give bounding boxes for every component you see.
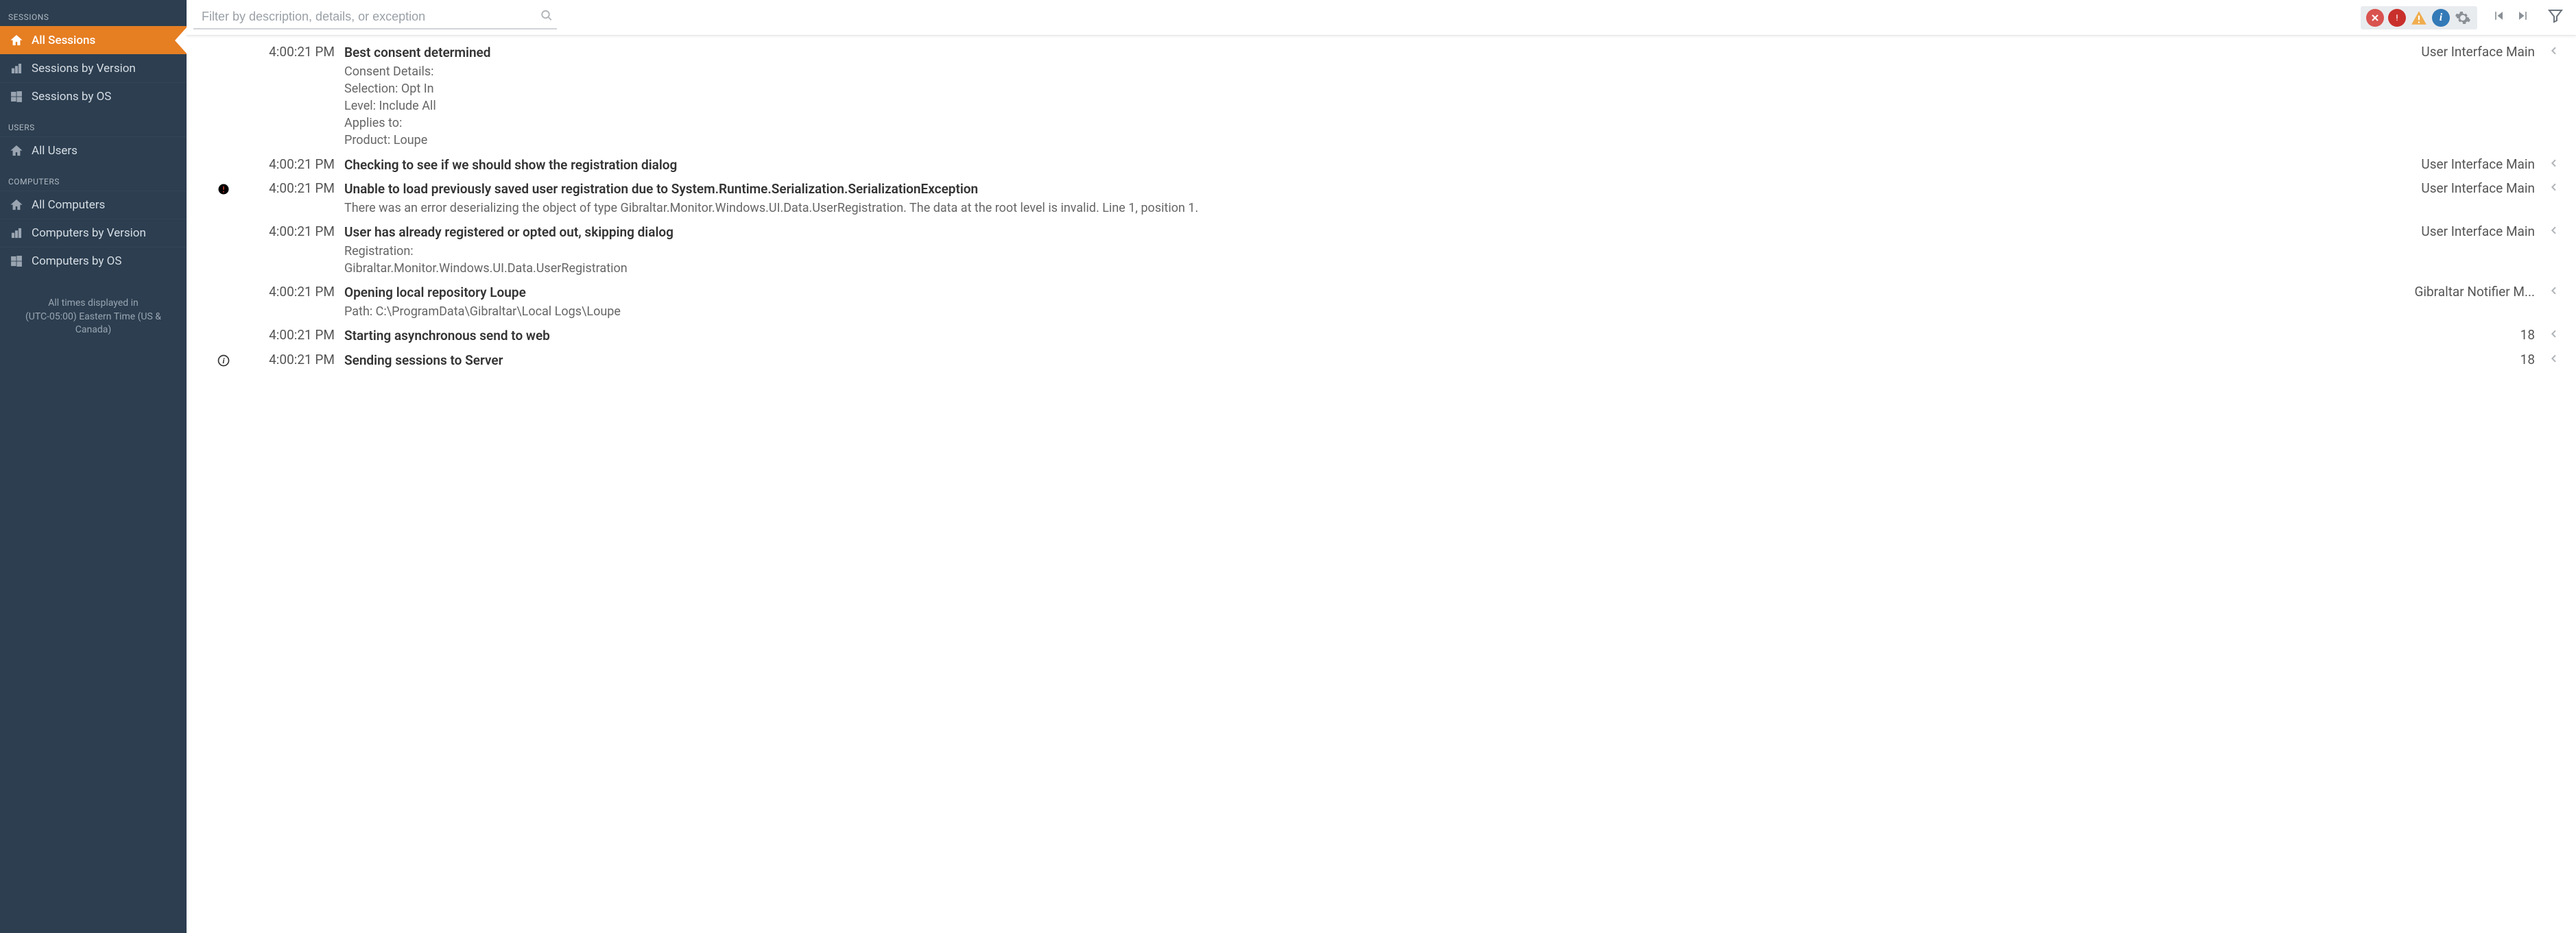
sidebar-item-label: Sessions by OS bbox=[32, 90, 111, 104]
log-details: Registration: Gibraltar.Monitor.Windows.… bbox=[344, 243, 2392, 277]
severity-none bbox=[203, 223, 244, 226]
sidebar-item-all-users[interactable]: All Users bbox=[0, 136, 187, 165]
log-caption: Opening local repository Loupe bbox=[344, 284, 2392, 302]
windows-icon bbox=[10, 254, 23, 268]
expand-chevron-icon[interactable] bbox=[2540, 156, 2568, 169]
sidebar-item-label: Computers by Version bbox=[32, 226, 146, 240]
sidebar-item-label: Computers by OS bbox=[32, 254, 121, 268]
log-timestamp: 4:00:21 PM bbox=[250, 352, 339, 367]
log-body: Unable to load previously saved user reg… bbox=[344, 180, 2392, 217]
sidebar-timezone-note: All times displayed in(UTC-05:00) Easter… bbox=[0, 289, 187, 346]
log-row[interactable]: 4:00:21 PM Opening local repository Loupe… bbox=[187, 281, 2576, 323]
page-nav bbox=[2485, 8, 2536, 27]
log-timestamp: 4:00:21 PM bbox=[250, 180, 339, 196]
log-thread: User Interface Main bbox=[2398, 180, 2535, 196]
log-row[interactable]: 4:00:21 PM Unable to load previously save… bbox=[187, 178, 2576, 219]
log-caption: User has already registered or opted out… bbox=[344, 223, 2392, 241]
sidebar-item-computers-by-os[interactable]: Computers by OS bbox=[0, 247, 187, 275]
log-thread: Gibraltar Notifier M... bbox=[2398, 284, 2535, 300]
home-icon bbox=[10, 34, 23, 47]
log-row[interactable]: i 4:00:21 PM Sending sessions to Server 18 bbox=[187, 349, 2576, 372]
log-row[interactable]: 4:00:21 PM User has already registered or… bbox=[187, 221, 2576, 280]
sidebar-item-sessions-by-version[interactable]: Sessions by Version bbox=[0, 54, 187, 82]
filter-info-icon[interactable]: i bbox=[2432, 9, 2450, 27]
log-body: Best consent determinedConsent Details: … bbox=[344, 44, 2392, 149]
expand-chevron-icon[interactable] bbox=[2540, 352, 2568, 364]
bar-chart-icon bbox=[10, 226, 23, 240]
log-thread: User Interface Main bbox=[2398, 44, 2535, 60]
log-timestamp: 4:00:21 PM bbox=[250, 327, 339, 343]
svg-text:i: i bbox=[222, 356, 225, 365]
expand-chevron-icon[interactable] bbox=[2540, 180, 2568, 193]
expand-chevron-icon[interactable] bbox=[2540, 44, 2568, 56]
sidebar-item-all-sessions[interactable]: All Sessions bbox=[0, 26, 187, 54]
log-row[interactable]: 4:00:21 PM Best consent determinedConsent… bbox=[187, 41, 2576, 152]
log-body: Checking to see if we should show the re… bbox=[344, 156, 2392, 174]
search-wrap bbox=[193, 5, 557, 29]
severity-none bbox=[203, 284, 244, 286]
sidebar-section-header: USERS bbox=[0, 110, 187, 136]
toolbar: i bbox=[187, 0, 2576, 36]
windows-icon bbox=[10, 90, 23, 104]
bar-chart-icon bbox=[10, 62, 23, 75]
severity-none bbox=[203, 44, 244, 46]
log-thread: 18 bbox=[2398, 352, 2535, 367]
log-timestamp: 4:00:21 PM bbox=[250, 156, 339, 172]
log-thread: User Interface Main bbox=[2398, 223, 2535, 239]
search-icon[interactable] bbox=[540, 9, 553, 25]
filter-settings-icon[interactable] bbox=[2454, 9, 2472, 27]
sidebar-item-label: All Users bbox=[32, 144, 77, 158]
log-caption: Starting asynchronous send to web bbox=[344, 327, 2392, 345]
severity-info-icon: i bbox=[203, 352, 244, 367]
log-details: Path: C:\ProgramData\Gibraltar\Local Log… bbox=[344, 303, 2392, 320]
expand-chevron-icon[interactable] bbox=[2540, 223, 2568, 236]
filter-critical-icon[interactable] bbox=[2366, 9, 2384, 27]
log-row[interactable]: 4:00:21 PM Checking to see if we should s… bbox=[187, 154, 2576, 177]
sidebar-section-header: COMPUTERS bbox=[0, 165, 187, 191]
log-caption: Best consent determined bbox=[344, 44, 2392, 62]
home-icon bbox=[10, 198, 23, 212]
filter-error-icon[interactable] bbox=[2388, 9, 2406, 27]
log-thread: 18 bbox=[2398, 327, 2535, 343]
home-icon bbox=[10, 144, 23, 158]
log-timestamp: 4:00:21 PM bbox=[250, 223, 339, 239]
log-row[interactable]: 4:00:21 PM Starting asynchronous send to … bbox=[187, 324, 2576, 348]
log-body: Sending sessions to Server bbox=[344, 352, 2392, 369]
filter-warning-icon[interactable] bbox=[2410, 9, 2428, 27]
log-body: Starting asynchronous send to web bbox=[344, 327, 2392, 345]
log-timestamp: 4:00:21 PM bbox=[250, 44, 339, 60]
severity-filter-group: i bbox=[2361, 6, 2477, 29]
log-thread: User Interface Main bbox=[2398, 156, 2535, 172]
log-body: Opening local repository LoupePath: C:\P… bbox=[344, 284, 2392, 320]
sidebar: SESSIONS All Sessions Sessions by Version S… bbox=[0, 0, 187, 933]
last-page-icon[interactable] bbox=[2513, 8, 2532, 27]
sidebar-item-sessions-by-os[interactable]: Sessions by OS bbox=[0, 82, 187, 110]
main-panel: i 4:00:21 PMBest consent determi bbox=[187, 0, 2576, 933]
first-page-icon[interactable] bbox=[2490, 8, 2509, 27]
log-caption: Checking to see if we should show the re… bbox=[344, 156, 2392, 174]
log-timestamp: 4:00:21 PM bbox=[250, 284, 339, 300]
log-caption: Sending sessions to Server bbox=[344, 352, 2392, 369]
sidebar-item-label: All Sessions bbox=[32, 34, 95, 47]
sidebar-section-header: SESSIONS bbox=[0, 0, 187, 26]
log-details: Consent Details: Selection: Opt In Level… bbox=[344, 63, 2392, 149]
log-list[interactable]: 4:00:21 PM Best consent determinedConsent… bbox=[187, 36, 2576, 933]
sidebar-item-all-computers[interactable]: All Computers bbox=[0, 191, 187, 219]
sidebar-item-label: Sessions by Version bbox=[32, 62, 136, 75]
log-body: User has already registered or opted out… bbox=[344, 223, 2392, 277]
filter-funnel-icon[interactable] bbox=[2544, 6, 2566, 29]
sidebar-item-computers-by-version[interactable]: Computers by Version bbox=[0, 219, 187, 247]
search-input[interactable] bbox=[193, 5, 557, 28]
expand-chevron-icon[interactable] bbox=[2540, 327, 2568, 339]
sidebar-item-label: All Computers bbox=[32, 198, 105, 212]
severity-none bbox=[203, 327, 244, 329]
severity-none bbox=[203, 156, 244, 158]
log-caption: Unable to load previously saved user reg… bbox=[344, 180, 2392, 198]
severity-warn-icon bbox=[203, 180, 244, 196]
log-details: There was an error deserializing the obj… bbox=[344, 199, 2392, 217]
expand-chevron-icon[interactable] bbox=[2540, 284, 2568, 296]
